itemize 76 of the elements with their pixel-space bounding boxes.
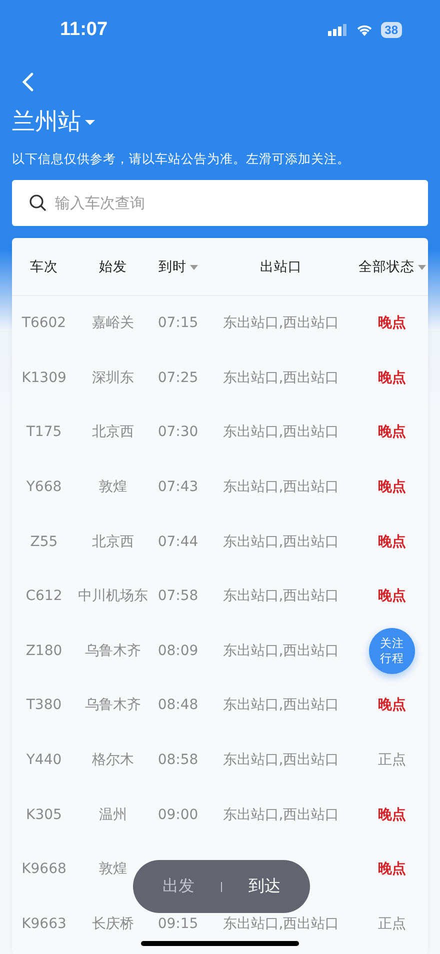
train-number: Y440 [25,752,63,768]
arrival-time: 09:00 [156,806,200,823]
exit-gates: 东出站口,西出站口 [222,806,340,824]
follow-button[interactable]: 关注行程 [369,628,415,674]
origin-station: 格尔木 [91,751,135,770]
train-number: T380 [25,697,63,714]
train-status: 晚点 [378,423,406,442]
caret-icon [85,118,95,126]
train-status: 晚点 [378,860,406,878]
exit-gates: 东出站口,西出站口 [222,696,340,714]
train-number: C612 [24,588,64,604]
origin-station: 嘉峪关 [91,314,135,332]
train-status: 晚点 [378,587,406,606]
train-number: T175 [25,424,63,440]
train-status: 晚点 [378,368,406,387]
origin-station: 北京西 [91,532,135,551]
exit-gates: 东出站口,西出站口 [222,914,340,933]
search-icon [29,194,47,212]
train-number: Y668 [25,479,63,496]
train-number: Z180 [24,642,64,659]
arrival-time: 07:25 [156,370,200,386]
exit-gates: 东出站口,西出站口 [222,751,340,770]
train-status: 晚点 [378,696,406,714]
train-status: 晚点 [378,806,406,824]
train-status: 正点 [378,751,406,770]
search-field[interactable]: 输入车次查询 [12,180,428,226]
origin-station: 温州 [98,806,128,824]
exit-gates: 东出站口,西出站口 [222,642,340,660]
column-header[interactable]: 全部状态 [356,258,428,276]
origin-station: 北京西 [91,423,135,442]
arrival-time: 08:48 [156,697,200,714]
sort-icon [418,262,426,270]
column-header: 出站口 [259,258,303,276]
exit-gates: 东出站口,西出站口 [222,587,340,606]
sort-icon [190,262,198,270]
arrival-time: 07:43 [156,479,200,496]
train-number: K305 [25,806,63,823]
signal-icon [328,24,348,36]
train-number: T6602 [20,315,68,332]
arrival-time: 07:15 [156,315,200,332]
notice-text: 以下信息仅供参考，请以车站公告为准。左滑可添加关注。 [12,151,351,168]
status-time: 11:07 [60,19,108,41]
train-status: 正点 [378,914,406,933]
departure-tab[interactable]: 出发 [154,872,202,901]
train-status: 晚点 [378,478,406,496]
arrival-time: 07:30 [156,424,200,440]
origin-station: 敦煌 [98,860,128,878]
arrival-time: 09:15 [156,916,200,932]
column-header: 始发 [98,258,128,276]
origin-station: 中川机场东 [77,587,149,606]
exit-gates: 东出站口,西出站口 [222,478,340,496]
origin-station: 长庆桥 [91,914,135,933]
train-number: K1309 [20,370,68,386]
column-header: 车次 [29,258,59,276]
station-selector[interactable]: 兰州站 [12,106,95,137]
exit-gates: 东出站口,西出站口 [222,423,340,442]
train-status: 晚点 [378,314,406,332]
wifi-icon [356,24,373,36]
origin-station: 敦煌 [98,478,128,496]
arrival-time: 08:09 [156,642,200,659]
arrival-time: 08:58 [156,752,200,768]
train-number: Z55 [29,534,59,550]
exit-gates: 东出站口,西出站口 [222,368,340,387]
arrival-time: 07:58 [156,588,200,604]
train-status: 晚点 [378,532,406,551]
origin-station: 乌鲁木齐 [84,642,142,660]
column-header[interactable]: 到时 [150,258,206,276]
origin-station: 深圳东 [91,368,135,387]
arrival-time: 07:44 [156,534,200,550]
arrival-tab[interactable]: 到达 [240,872,289,901]
train-number: K9663 [20,916,68,932]
origin-station: 乌鲁木齐 [84,696,142,714]
train-number: K9668 [20,861,68,878]
battery-level: 38 [380,22,402,38]
exit-gates: 东出站口,西出站口 [222,314,340,332]
exit-gates: 东出站口,西出站口 [222,532,340,551]
